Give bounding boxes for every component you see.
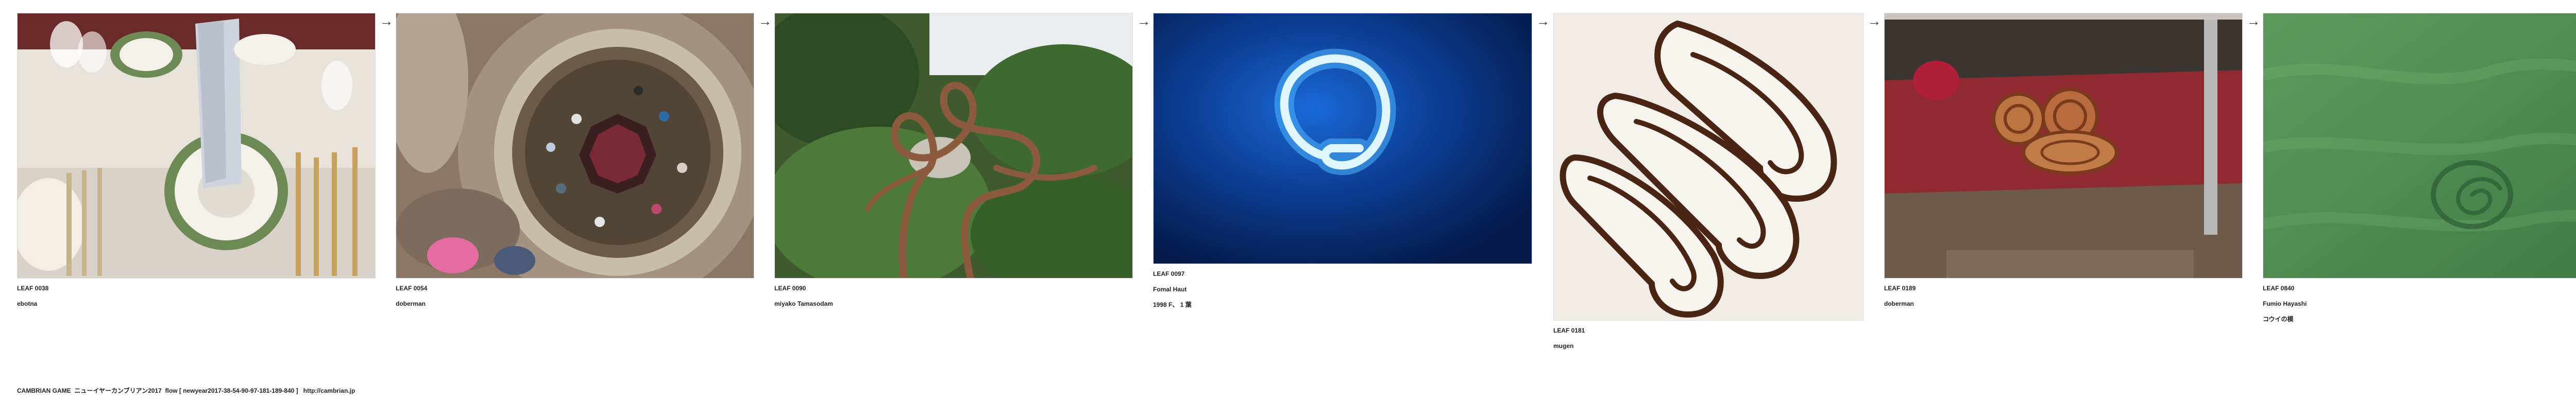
flow-footer: CAMBRIAN GAME ニューイヤーカンブリアン2017 flow [ ne… (17, 387, 355, 394)
leaf-caption[interactable]: Fumio Hayashi (2263, 300, 2576, 307)
leaf-photo-dining-table[interactable] (17, 13, 376, 278)
flow-arrow: → (1137, 13, 1150, 29)
leaf-photo-atrium[interactable] (396, 13, 754, 278)
leaf-card[interactable]: LEAF 0840 Fumio Hayashi コウイの模 (2263, 13, 2576, 323)
leaf-number: LEAF 0097 (1153, 270, 1185, 277)
flow-arrow: → (1536, 13, 1550, 29)
leaf-photo-neon-loop[interactable] (1153, 13, 1532, 264)
leaf-caption[interactable]: miyako Tamasodam (774, 300, 1133, 307)
leaf-card[interactable]: LEAF 0189 doberman (1884, 13, 2243, 307)
leaf-card[interactable]: LEAF 0090 miyako Tamasodam (774, 13, 1133, 307)
leaf-number: LEAF 0840 (2263, 285, 2295, 292)
flow-arrow: → (1868, 13, 1881, 29)
leaf-number: LEAF 0054 (396, 285, 428, 292)
leaf-photo-sand-spiral[interactable] (2263, 13, 2576, 278)
leaf-number: LEAF 0038 (17, 285, 49, 292)
leaf-card[interactable]: LEAF 0097 Fomal Haut 1998 F、 1 葉 (1153, 13, 1532, 308)
leaf-card[interactable]: LEAF 0038 ebotna (17, 13, 376, 307)
leaf-number: LEAF 0181 (1553, 327, 1585, 334)
leaf-number: LEAF 0189 (1884, 285, 1916, 292)
leaf-caption[interactable]: Fomal Haut (1153, 286, 1532, 293)
leaf-number: LEAF 0090 (774, 285, 806, 292)
leaf-photo-sausages[interactable] (1884, 13, 2243, 278)
leaf-caption[interactable]: ebotna (17, 300, 376, 307)
leaf-caption[interactable]: doberman (396, 300, 754, 307)
leaf-caption-secondary: コウイの模 (2263, 316, 2294, 323)
leaf-photo-roll-cake[interactable] (1553, 13, 1863, 321)
leaf-caption[interactable]: mugen (1553, 342, 1863, 350)
flow-arrow: → (2247, 13, 2260, 29)
flow-arrow: → (380, 13, 393, 29)
leaf-photo-tree-sculpture[interactable] (774, 13, 1133, 278)
leaf-card[interactable]: LEAF 0054 doberman (396, 13, 754, 307)
leaf-caption-secondary: 1998 F、 1 葉 (1153, 301, 1192, 308)
leaf-card[interactable]: LEAF 0181 mugen (1553, 13, 1863, 350)
leaf-caption[interactable]: doberman (1884, 300, 2243, 307)
flow-arrow: → (758, 13, 772, 29)
